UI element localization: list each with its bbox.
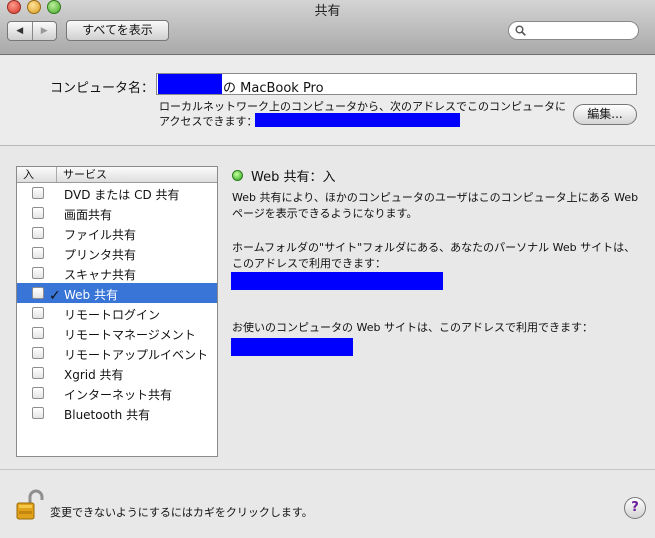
service-name: リモートログイン — [64, 308, 161, 322]
redacted-username — [158, 74, 222, 94]
service-row[interactable]: Xgrid 共有 — [17, 363, 217, 383]
search-icon — [515, 25, 526, 36]
back-button[interactable]: ◀ — [8, 22, 32, 40]
service-checkbox[interactable]: ✓ — [32, 287, 61, 303]
description-line1: Web 共有により、ほかのコンピュータのユーザはこのコンピュータ上にある Web — [232, 191, 639, 204]
service-name: Bluetooth 共有 — [64, 408, 151, 422]
search-input[interactable] — [529, 23, 634, 38]
service-row[interactable]: リモートログイン — [17, 303, 217, 323]
computer-address-line1: ローカルネットワーク上のコンピュータから、次のアドレスでこのコンピュータに — [159, 100, 566, 113]
forward-button[interactable]: ▶ — [31, 22, 57, 40]
footer-divider — [0, 469, 655, 470]
edit-button[interactable]: 編集... — [573, 104, 637, 125]
status-text: Web 共有：入 — [251, 170, 336, 185]
forward-arrow-icon: ▶ — [40, 26, 48, 36]
service-checkbox[interactable] — [32, 307, 44, 319]
window-title: 共有 — [314, 4, 341, 19]
service-checkbox[interactable] — [32, 367, 44, 379]
service-checkbox[interactable] — [32, 207, 44, 219]
status-indicator-icon — [232, 170, 243, 181]
service-checkbox[interactable] — [32, 407, 44, 419]
redacted-local-address — [255, 113, 460, 127]
personal-site-line1: ホームフォルダの"サイト"フォルダにある、あなたのパーソナル Web サイトは、 — [232, 241, 636, 254]
service-name: Web 共有 — [64, 288, 118, 302]
service-name: Xgrid 共有 — [64, 368, 124, 382]
redacted-personal-site-url[interactable] — [231, 272, 443, 290]
service-name: プリンタ共有 — [64, 248, 137, 262]
computer-name-suffix: の MacBook Pro — [223, 81, 324, 96]
service-name: リモートマネージメント — [64, 328, 196, 342]
services-list-header: 入 サービス — [17, 167, 217, 183]
description-line2: ページを表示できるようになります。 — [232, 207, 418, 220]
service-row[interactable]: リモートアップルイベント — [17, 343, 217, 363]
web-sharing-status: Web 共有：入 — [232, 166, 335, 185]
service-checkbox[interactable] — [32, 327, 44, 339]
service-name: スキャナ共有 — [64, 268, 137, 282]
lock-icon[interactable] — [16, 489, 44, 521]
computer-site-info: お使いのコンピュータの Web サイトは、このアドレスで利用できます： — [232, 321, 593, 334]
redacted-computer-site-url[interactable] — [231, 338, 353, 356]
computer-name-label: コンピュータ名： — [50, 81, 155, 96]
search-field[interactable] — [508, 21, 639, 40]
service-checkbox[interactable] — [32, 187, 44, 199]
lock-instruction: 変更できないようにするにはカギをクリックします。 — [50, 506, 313, 519]
service-checkbox[interactable] — [32, 387, 44, 399]
title-bar: 共有 ◀ ▶ すべてを表示 — [0, 0, 655, 55]
column-header-service[interactable]: サービス — [63, 167, 107, 182]
service-checkbox[interactable] — [32, 347, 44, 359]
service-name: リモートアップルイベント — [64, 348, 209, 362]
service-row[interactable]: DVD または CD 共有 — [17, 183, 217, 203]
services-list[interactable]: 入 サービス DVD または CD 共有 画面共有ファイル共有 プリンタ共有 スキャナ… — [16, 166, 218, 457]
service-name: 画面共有 — [64, 208, 113, 222]
service-row[interactable]: ✓ Web 共有 — [17, 283, 217, 303]
service-checkbox[interactable] — [32, 227, 44, 239]
service-row[interactable]: スキャナ共有 — [17, 263, 217, 283]
service-name: インターネット共有 — [64, 388, 173, 402]
column-header-on[interactable]: 入 — [17, 167, 57, 182]
service-row[interactable]: Bluetooth 共有 — [17, 403, 217, 423]
service-row[interactable]: ファイル共有 — [17, 223, 217, 243]
show-all-button[interactable]: すべてを表示 — [66, 20, 169, 41]
service-checkbox[interactable] — [32, 267, 44, 279]
service-name: ファイル共有 — [64, 228, 137, 242]
back-arrow-icon: ◀ — [16, 26, 24, 36]
web-sharing-description: Web 共有により、ほかのコンピュータのユーザはこのコンピュータ上にある Web… — [232, 190, 642, 222]
service-row[interactable]: 画面共有 — [17, 203, 217, 223]
back-forward-control: ◀ ▶ — [7, 21, 57, 41]
service-row[interactable]: インターネット共有 — [17, 383, 217, 403]
service-name: DVD または CD 共有 — [64, 188, 180, 202]
service-row[interactable]: リモートマネージメント — [17, 323, 217, 343]
help-button[interactable]: ? — [624, 497, 646, 519]
computer-name-field[interactable]: の MacBook Pro — [156, 73, 637, 96]
service-checkbox[interactable] — [32, 247, 44, 259]
personal-site-line2: このアドレスで利用できます： — [232, 257, 386, 270]
service-row[interactable]: プリンタ共有 — [17, 243, 217, 263]
computer-name-panel: コンピュータ名： の MacBook Pro ローカルネットワーク上のコンピュー… — [0, 56, 655, 146]
computer-address-line2: アクセスできます： — [159, 115, 258, 128]
checkmark-icon: ✓ — [49, 288, 61, 304]
personal-site-info: ホームフォルダの"サイト"フォルダにある、あなたのパーソナル Web サイトは、… — [232, 240, 642, 272]
